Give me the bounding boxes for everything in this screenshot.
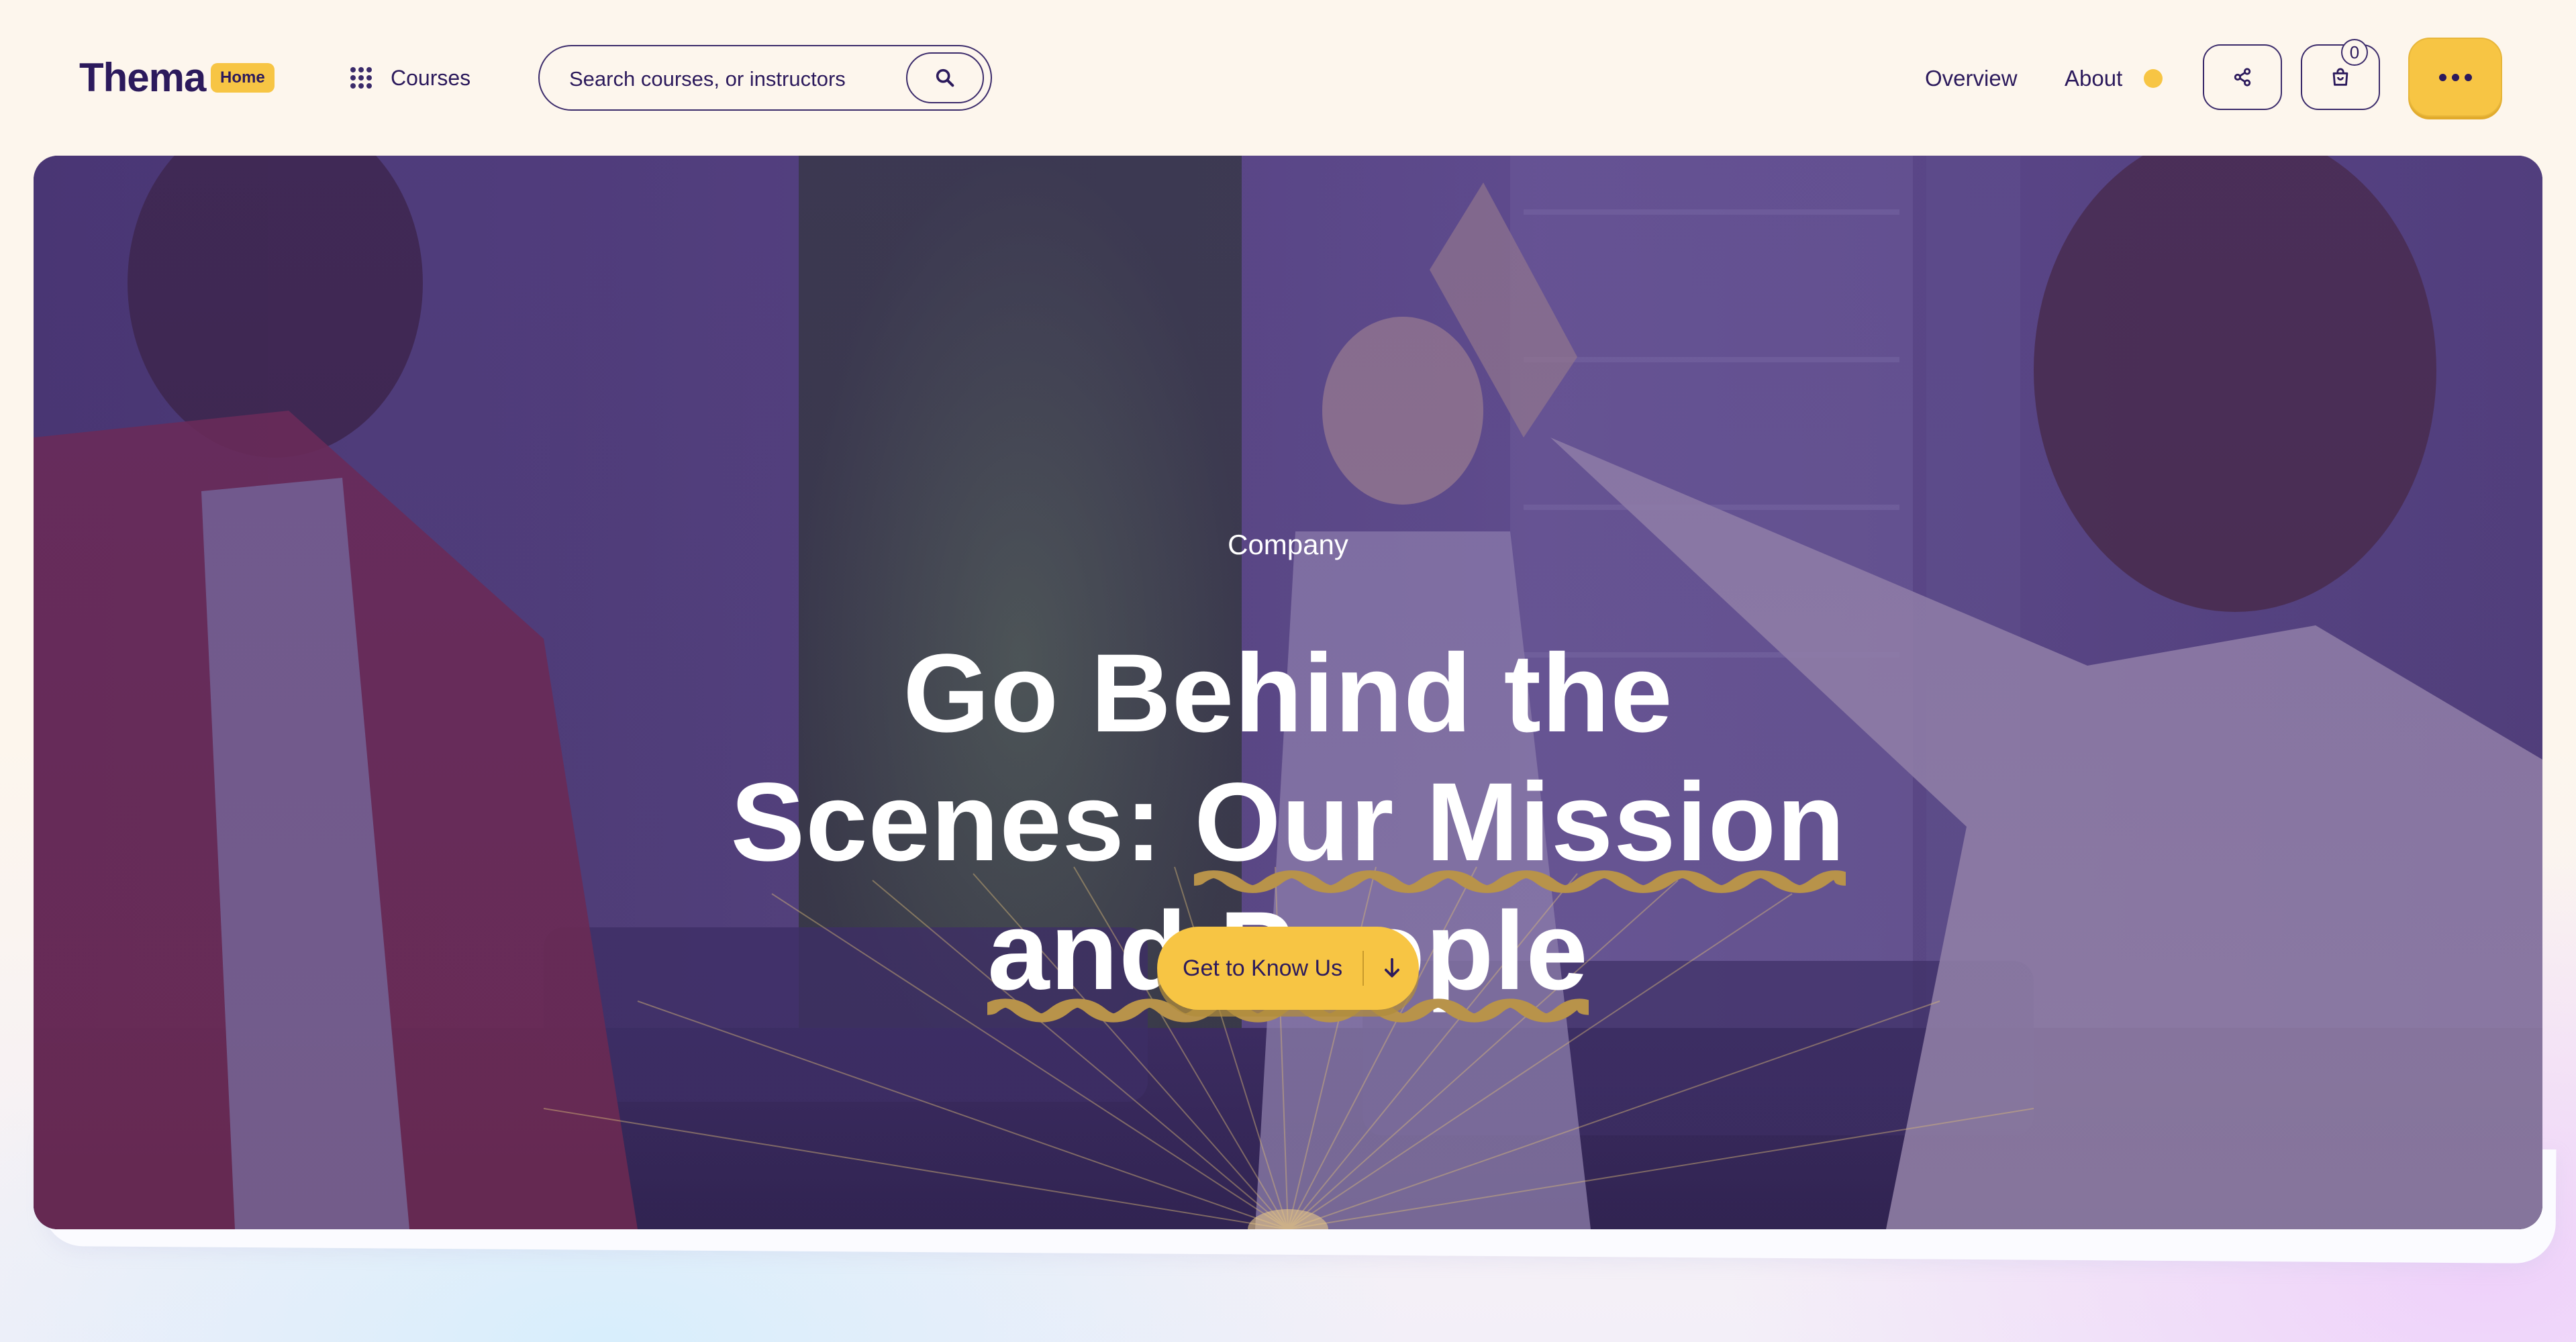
cta-divider	[1363, 951, 1364, 986]
courses-menu-button[interactable]: Courses	[350, 57, 470, 99]
share-icon	[2234, 68, 2251, 87]
hero-eyebrow: Company	[1228, 529, 1348, 560]
search-input[interactable]	[568, 60, 866, 99]
hero-title-highlight: Our Mission	[1194, 758, 1846, 893]
search-bar	[538, 45, 992, 111]
hero-title-line-1: Go Behind the	[903, 631, 1673, 756]
more-icon	[2438, 73, 2446, 81]
nav-overview[interactable]: Overview	[1925, 58, 2018, 99]
courses-label: Courses	[391, 65, 471, 90]
logo[interactable]: Thema	[79, 51, 206, 105]
home-badge: Home	[211, 63, 275, 93]
nav-about[interactable]: About	[2065, 58, 2122, 99]
search-icon	[936, 68, 954, 87]
share-button[interactable]	[2203, 44, 2282, 110]
about-indicator-dot	[2144, 69, 2163, 88]
hero-title-text: Scenes:	[730, 760, 1195, 884]
shopping-bag-icon	[2332, 68, 2348, 86]
cart-button[interactable]: 0	[2301, 39, 2380, 110]
cta-label: Get to Know Us	[1183, 956, 1343, 981]
grid-icon	[350, 67, 372, 89]
arrow-down-icon	[1385, 958, 1399, 978]
search-button[interactable]	[906, 52, 984, 103]
hero-banner: Company Go Behind the Scenes: Our Missio…	[34, 156, 2542, 1229]
get-to-know-us-button[interactable]: Get to Know Us	[1157, 927, 1419, 1010]
top-nav: Thema Home Courses Overview About	[0, 0, 2576, 154]
cart-count-badge: 0	[2341, 39, 2368, 66]
more-menu-button[interactable]	[2408, 38, 2502, 117]
hero-title-line-2: Scenes: Our Mission	[617, 758, 1959, 893]
